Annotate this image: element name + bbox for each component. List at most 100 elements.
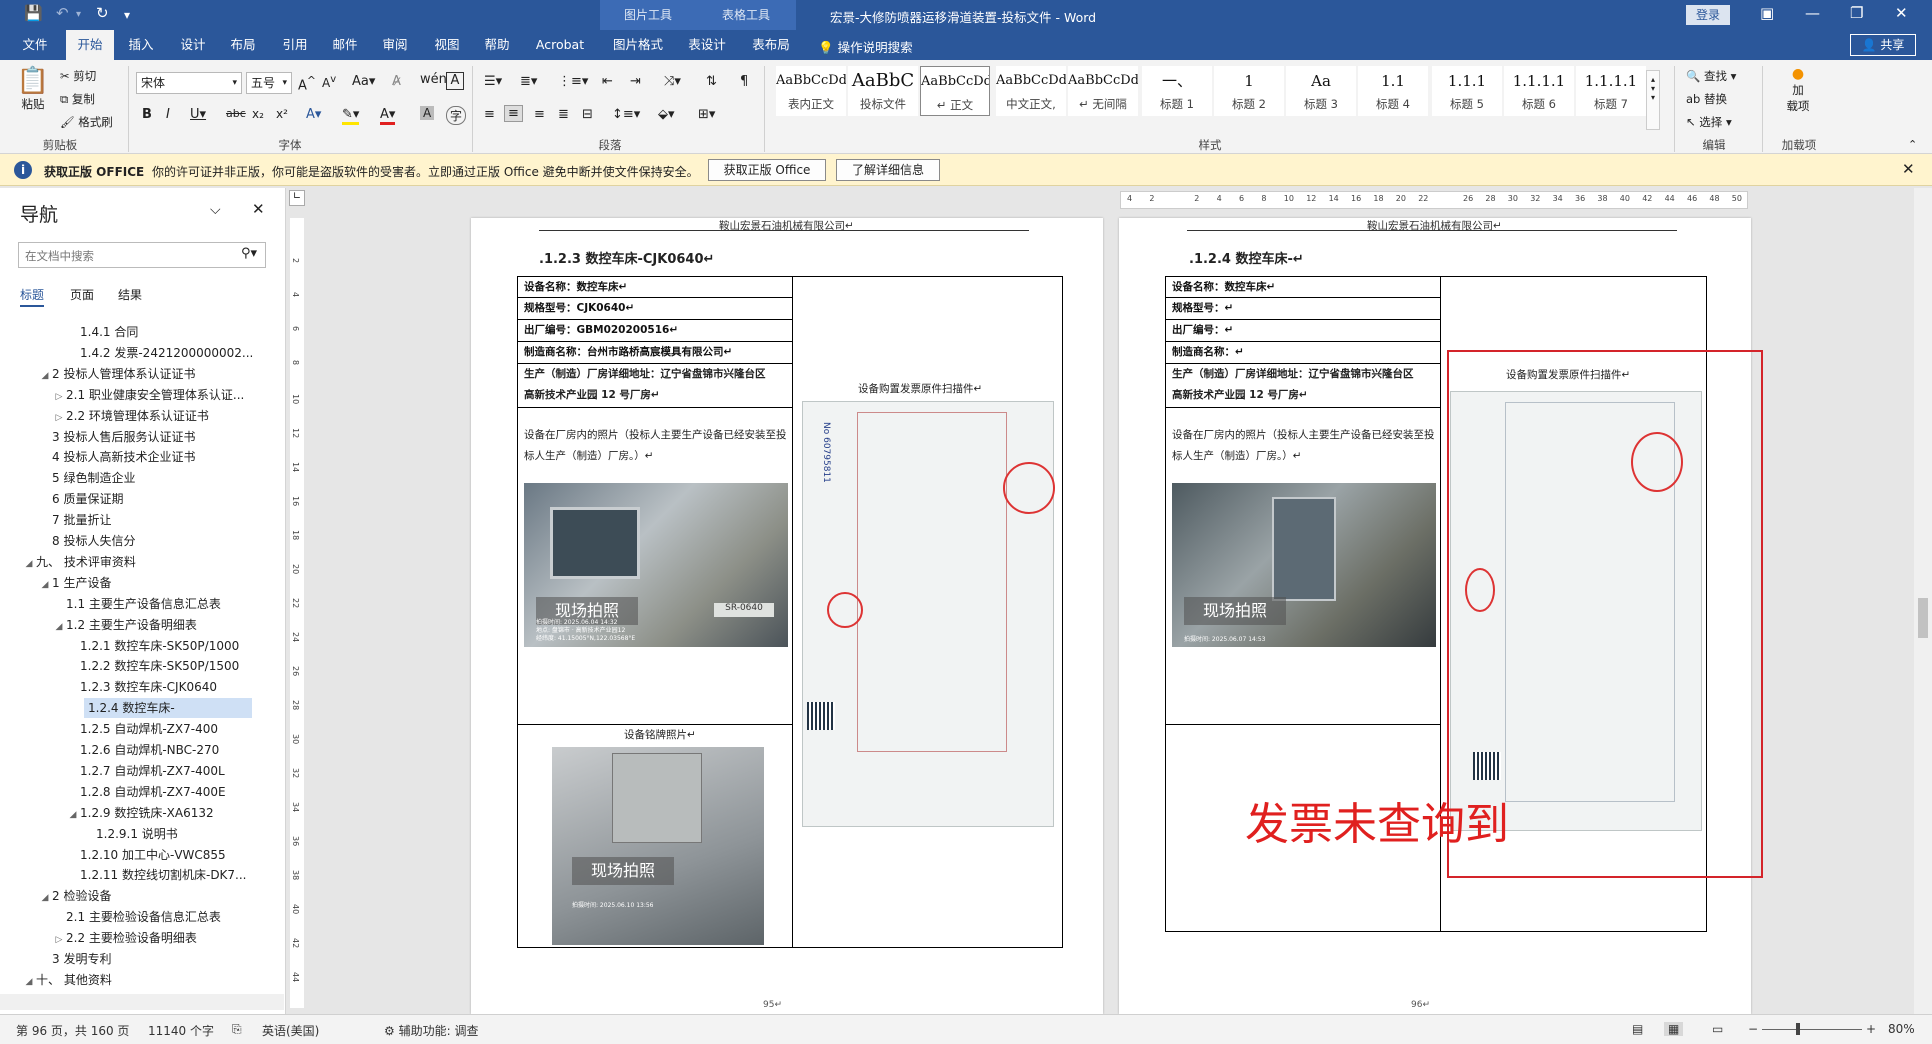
accessibility-status[interactable]: ⚙ 辅助功能: 调查 [384,1022,478,1039]
style-item[interactable]: 1 标题 2 [1214,66,1284,116]
font-name-combo[interactable]: 宋体 ▾ [136,72,242,94]
nav-heading-item[interactable]: 7 批量折让 [0,510,250,530]
style-item[interactable]: AaBbCcDdI 表内正文 [776,66,846,116]
collapse-ribbon-icon[interactable]: ⌃ [1908,138,1917,151]
phonetic-icon[interactable]: wén [420,72,447,87]
minimize-icon[interactable]: — [1805,4,1820,22]
expand-caret-icon[interactable]: ▷ [52,930,66,950]
nav-heading-item[interactable]: 5 绿色制造企业 [0,468,250,488]
expand-caret-icon[interactable]: ▷ [52,408,66,428]
get-genuine-button[interactable]: 获取正版 Office [708,159,826,181]
nav-heading-item[interactable]: 1.2.6 自动焊机-NBC-270 [0,740,250,760]
numbering-icon[interactable]: ≣▾ [520,74,537,89]
tab-layout[interactable]: 布局 [220,30,266,60]
expand-caret-icon[interactable]: ◢ [38,575,52,595]
expand-caret-icon[interactable]: ◢ [22,554,36,574]
tab-view[interactable]: 视图 [424,30,470,60]
nav-heading-item[interactable]: ◢ 1 生产设备 [0,573,250,593]
font-color-icon[interactable]: A▾ [380,107,396,125]
nav-heading-item[interactable]: 3 发明专利 [0,949,250,969]
nav-heading-item[interactable]: ▷ 2.2 环境管理体系认证证书 [0,406,250,426]
nav-close-icon[interactable]: ✕ [252,200,265,218]
show-marks-icon[interactable]: ¶ [740,74,748,89]
close-window-icon[interactable]: ✕ [1895,4,1908,22]
web-layout-icon[interactable]: ▭ [1712,1022,1723,1036]
close-message-icon[interactable]: ✕ [1902,160,1915,178]
line-spacing-icon[interactable]: ↕≡▾ [612,107,640,122]
nav-tab-headings[interactable]: 标题 [20,286,45,307]
tab-table-design[interactable]: 表设计 [684,30,730,60]
nav-heading-item[interactable]: ▷ 2.2 主要检验设备明细表 [0,928,250,948]
underline-icon[interactable]: U▾ [190,107,206,122]
style-item[interactable]: AaBbCcDdI ↵ 无间隔 [1068,66,1138,116]
nav-heading-item[interactable]: 8 投标人失信分 [0,531,250,551]
nav-heading-item[interactable]: 6 质量保证期 [0,489,250,509]
zoom-slider[interactable] [1762,1029,1862,1030]
share-button[interactable]: 👤 共享 [1850,34,1916,56]
language[interactable]: 英语(美国) [262,1022,319,1039]
justify-icon[interactable]: ≣ [558,107,569,122]
align-right-icon[interactable]: ≡ [534,107,545,122]
distribute-icon[interactable]: ⊟ [582,107,593,122]
nav-heading-item[interactable]: ◢ 2 投标人管理体系认证证书 [0,364,250,384]
tab-mailings[interactable]: 邮件 [322,30,368,60]
nav-heading-item[interactable]: ◢ 2 检验设备 [0,886,250,906]
align-left-icon[interactable]: ≡ [484,107,495,122]
nav-heading-item[interactable]: 2.1 主要检验设备信息汇总表 [0,907,250,927]
clear-format-icon[interactable]: A̷ [392,74,401,89]
undo-dropdown-icon[interactable]: ▾ [76,9,81,20]
style-item[interactable]: 1.1.1.1 标题 7 [1576,66,1646,116]
subscript-icon[interactable]: x₂ [252,107,264,121]
superscript-icon[interactable]: x² [276,107,288,121]
tab-home[interactable]: 开始 [66,30,114,60]
nav-heading-item[interactable]: ◢ 1.2 主要生产设备明细表 [0,615,250,635]
style-item[interactable]: Aa 标题 3 [1286,66,1356,116]
nav-heading-item[interactable]: 1.4.1 合同 [0,322,250,342]
tab-references[interactable]: 引用 [272,30,318,60]
nav-options-icon[interactable]: ⌵ [210,202,221,218]
expand-caret-icon[interactable]: ◢ [38,888,52,908]
zoom-in-icon[interactable]: + [1866,1022,1876,1036]
replace-button[interactable]: ab 替换 [1686,91,1727,107]
nav-heading-item[interactable]: 4 投标人高新技术企业证书 [0,447,250,467]
shrink-font-icon[interactable]: Av [322,74,336,90]
format-painter-button[interactable]: 🖌 格式刷 [60,114,113,130]
nav-heading-item[interactable]: 1.2.2 数控车床-SK50P/1500 [0,656,250,676]
style-item[interactable]: AaBbC 投标文件 [848,66,918,116]
align-center-icon[interactable]: ≡ [504,105,523,122]
nav-heading-item[interactable]: 1.2.7 自动焊机-ZX7-400L [0,761,250,781]
strikethrough-icon[interactable]: abc [226,107,246,120]
style-item[interactable]: 1.1 标题 4 [1358,66,1428,116]
page-count[interactable]: 第 96 页，共 160 页 [16,1022,129,1039]
cut-button[interactable]: ✂ 剪切 [60,68,96,84]
undo-icon[interactable]: ↶ [56,4,69,22]
nav-heading-item[interactable]: 1.2.10 加工中心-VWC855 [0,845,250,865]
nav-heading-item[interactable]: ◢ 1.2.9 数控铣床-XA6132 [0,803,250,823]
multilevel-list-icon[interactable]: ⋮≡▾ [558,74,588,89]
highlight-icon[interactable]: ✎▾ [342,107,360,125]
vertical-scrollbar[interactable] [1914,188,1932,1014]
nav-scrollbar[interactable] [0,994,284,1010]
chinese-layout-icon[interactable]: ⤨▾ [664,74,681,89]
tab-design[interactable]: 设计 [170,30,216,60]
tab-review[interactable]: 审阅 [372,30,418,60]
word-count[interactable]: 11140 个字 [148,1022,214,1039]
tab-picture-format[interactable]: 图片格式 [606,30,670,60]
save-icon[interactable]: 💾 [24,4,43,22]
enclose-char-icon[interactable]: 字 [446,106,467,125]
nav-heading-item[interactable]: 1.2.9.1 说明书 [0,824,250,844]
nav-heading-item[interactable]: 1.2.4 数控车床- [84,698,252,719]
font-size-combo[interactable]: 五号 ▾ [246,72,292,94]
nav-heading-item[interactable]: 3 投标人售后服务认证证书 [0,427,250,447]
tab-help[interactable]: 帮助 [474,30,520,60]
expand-caret-icon[interactable]: ◢ [22,972,36,992]
styles-scroll[interactable]: ▴ ▾ ▾ [1646,70,1660,130]
find-button[interactable]: 🔍 查找 ▾ [1686,68,1736,84]
tab-table-layout[interactable]: 表布局 [748,30,794,60]
nav-heading-item[interactable]: 1.2.11 数控线切割机床-DK7... [0,865,250,885]
nav-tab-pages[interactable]: 页面 [70,286,94,303]
login-button[interactable]: 登录 [1686,5,1730,25]
shading-icon[interactable]: ⬙▾ [658,107,675,122]
italic-icon[interactable]: I [166,107,170,122]
nav-heading-item[interactable]: 1.1 主要生产设备信息汇总表 [0,594,250,614]
